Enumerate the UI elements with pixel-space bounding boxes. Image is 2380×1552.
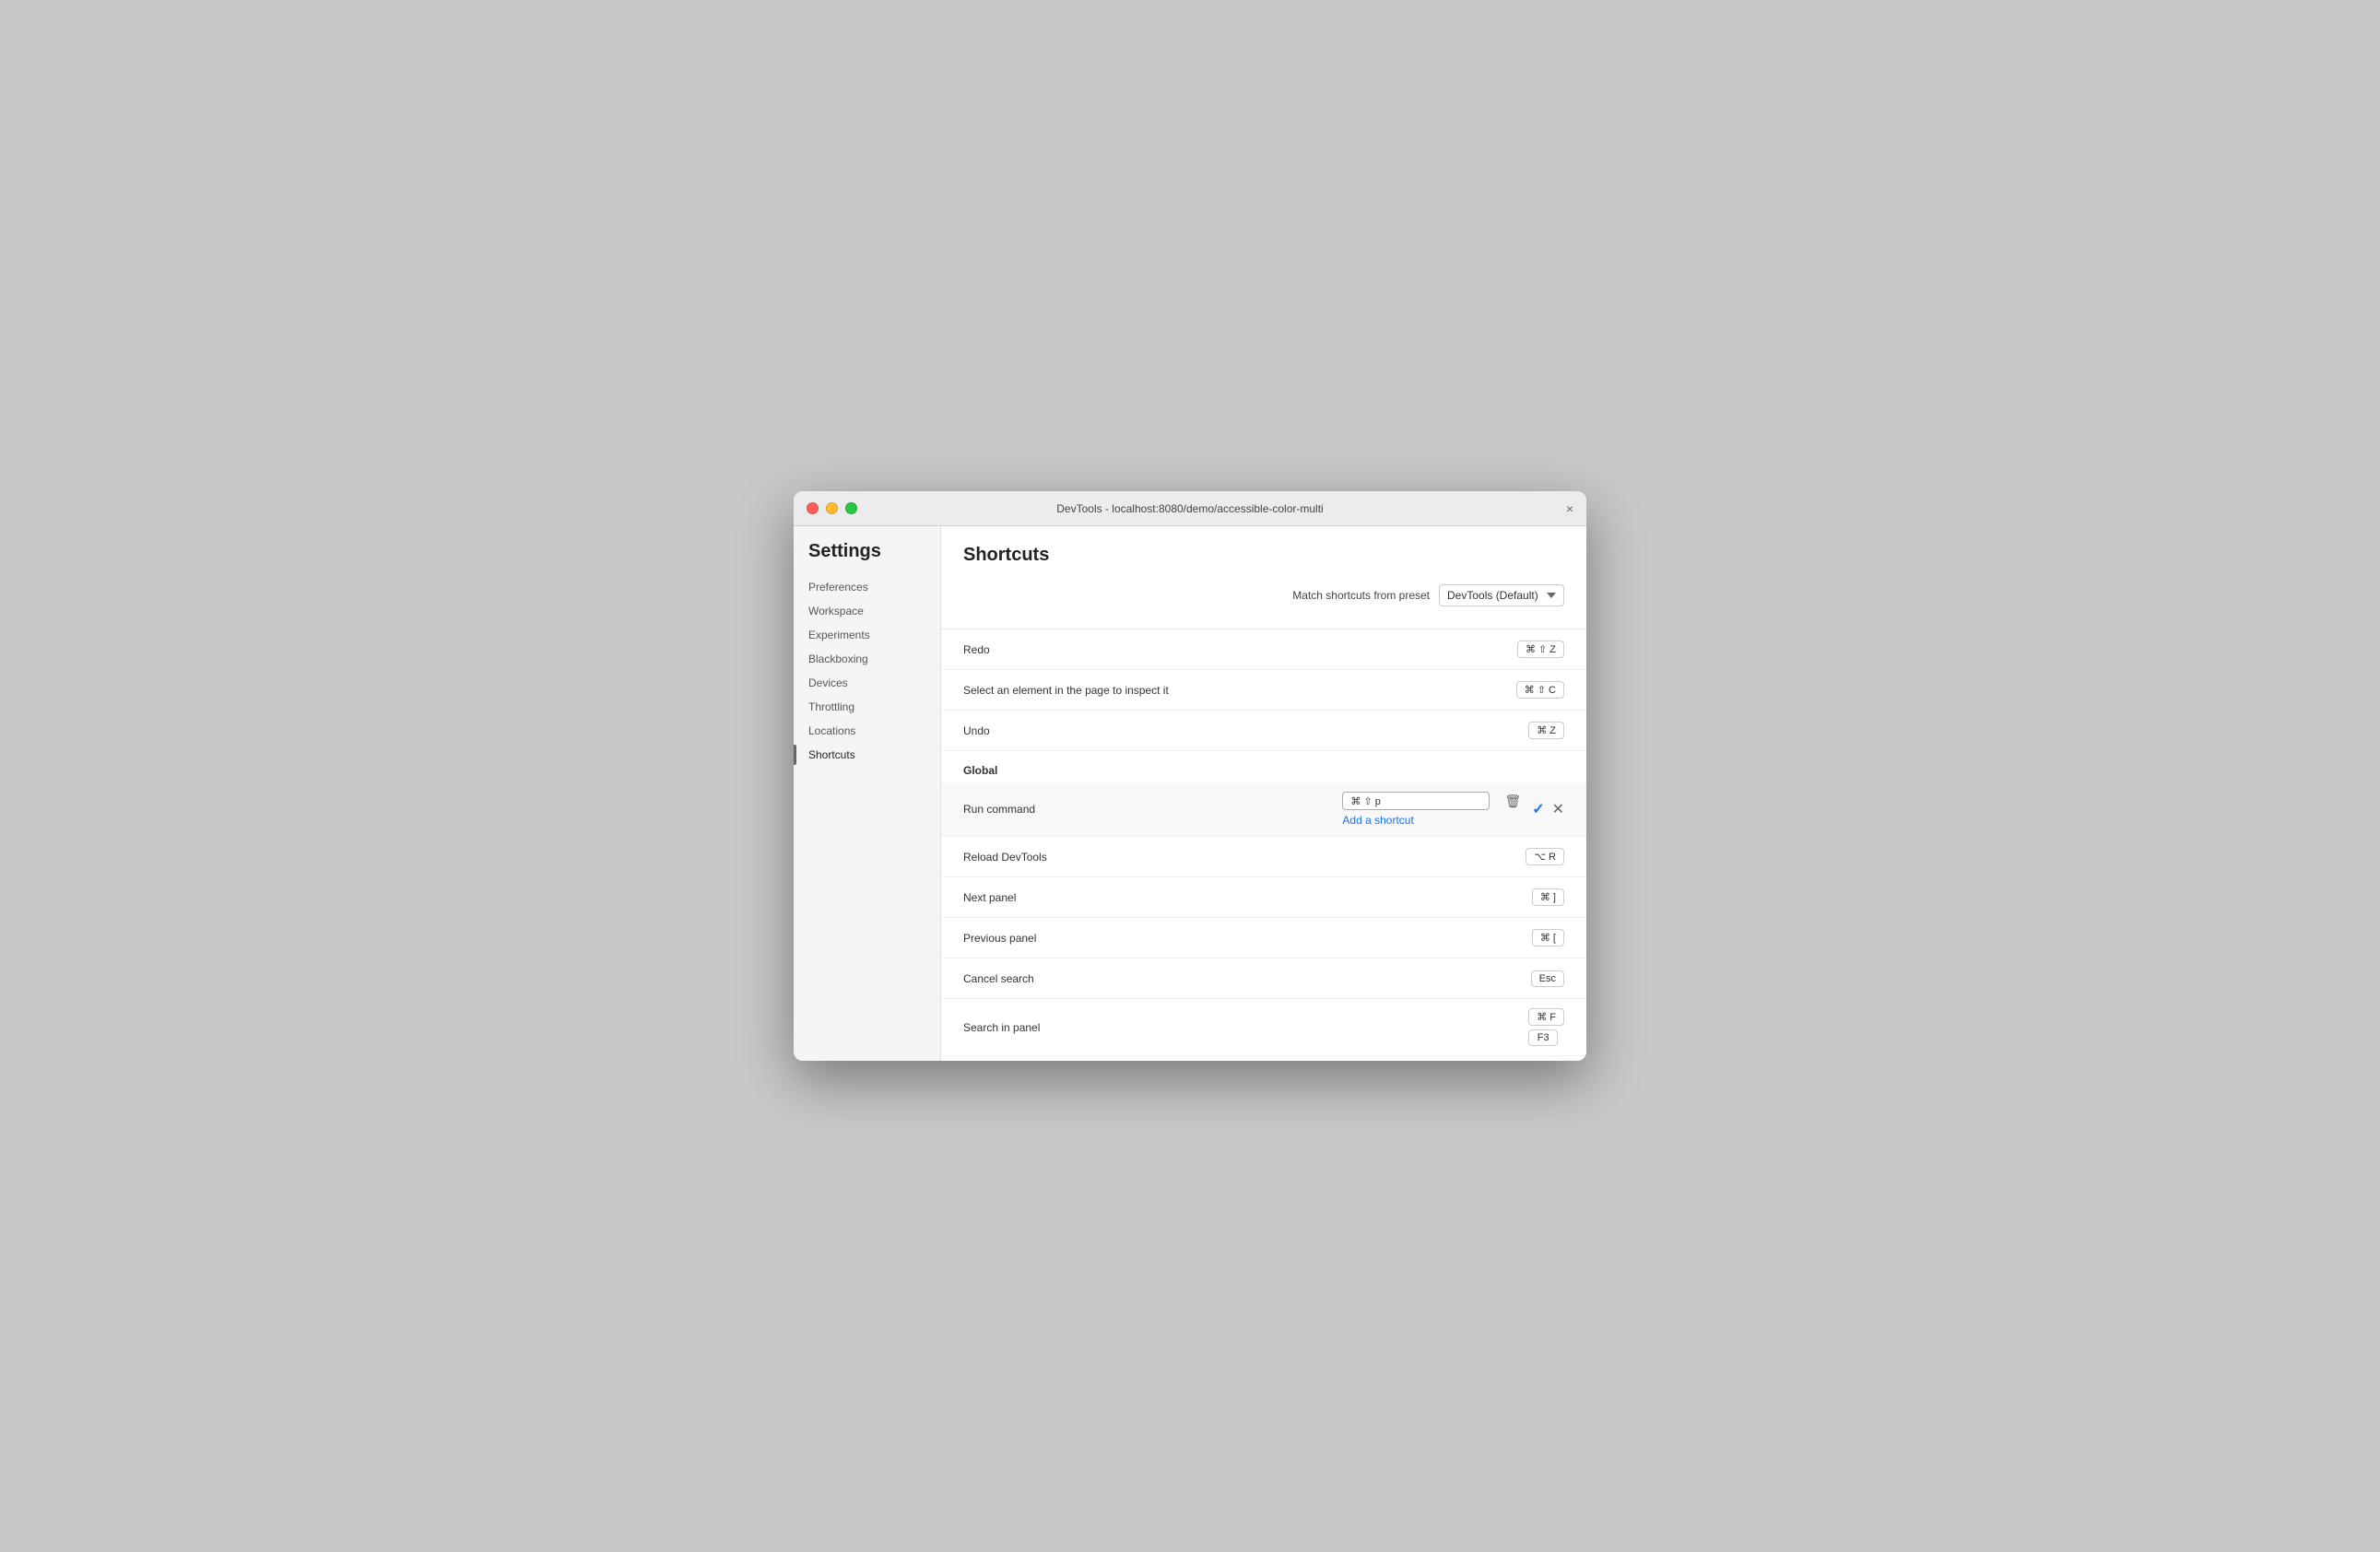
key-badge: ⌘ ] [1532,888,1564,906]
shortcut-keys: ⌘ ⇧ C [1516,681,1564,699]
shortcut-row-reload-devtools: Reload DevTools ⌥ R [941,837,1586,877]
cancel-edit-icon[interactable]: ✕ [1552,800,1564,818]
window-title: DevTools - localhost:8080/demo/accessibl… [1056,502,1323,515]
shortcut-name: Cancel search [963,972,1531,985]
sidebar-item-shortcuts[interactable]: Shortcuts [794,743,940,767]
shortcut-row-select-element: Select an element in the page to inspect… [941,670,1586,711]
maximize-button[interactable] [845,502,857,514]
section-header-global: Global [941,751,1586,782]
shortcut-name: Undo [963,724,1528,737]
sidebar-item-label: Devices [808,676,848,689]
add-shortcut-link[interactable]: Add a shortcut [1342,814,1521,827]
shortcut-row-run-command: Run command 🗑 Add a shortcut ✓ ✕ [941,782,1586,837]
key-badge: ⌘ [ [1532,929,1564,946]
main-header: Shortcuts Match shortcuts from preset De… [941,526,1586,629]
sidebar-item-experiments[interactable]: Experiments [794,623,940,647]
preset-row: Match shortcuts from preset DevTools (De… [963,577,1564,614]
key-badge-f3: F3 [1528,1029,1558,1046]
confirm-edit-icon[interactable]: ✓ [1532,800,1544,818]
page-title: Shortcuts [963,545,1564,566]
sidebar-item-locations[interactable]: Locations [794,719,940,743]
sidebar-item-preferences[interactable]: Preferences [794,575,940,599]
close-button[interactable] [807,502,819,514]
shortcut-name: Previous panel [963,932,1532,945]
sidebar-item-label: Throttling [808,700,854,713]
titlebar: DevTools - localhost:8080/demo/accessibl… [794,491,1586,526]
preset-label: Match shortcuts from preset [1292,589,1430,602]
traffic-lights [807,502,857,514]
key-badge: ⌘ F [1528,1008,1564,1026]
shortcut-keys: ⌘ ] [1532,888,1564,906]
sidebar-item-label: Locations [808,724,855,737]
shortcut-name: Redo [963,643,1517,656]
main-panel: Shortcuts Match shortcuts from preset De… [941,526,1586,1061]
sidebar-item-throttling[interactable]: Throttling [794,695,940,719]
shortcut-keys: Esc [1531,970,1564,987]
settings-sidebar: Settings Preferences Workspace Experimen… [794,526,941,1061]
shortcut-name: Next panel [963,891,1532,904]
shortcut-name: Search in panel [963,1021,1528,1034]
shortcut-name: Select an element in the page to inspect… [963,684,1516,697]
key-badge: ⌘ Z [1528,722,1564,739]
shortcut-row-search-in-panel: Search in panel ⌘ F F3 [941,999,1586,1056]
key-badge: ⌥ R [1526,848,1564,865]
shortcut-keys: ⌘ [ [1532,929,1564,946]
settings-content: Settings Preferences Workspace Experimen… [794,526,1586,1061]
shortcut-keys: ⌥ R [1526,848,1564,865]
sidebar-title: Settings [794,541,940,575]
sidebar-item-label: Blackboxing [808,653,868,665]
shortcut-name: Reload DevTools [963,851,1526,864]
preset-select[interactable]: DevTools (Default) Visual Studio Code [1439,584,1564,606]
key-badge: ⌘ ⇧ Z [1517,641,1564,658]
sidebar-item-label: Experiments [808,629,870,641]
sidebar-item-workspace[interactable]: Workspace [794,599,940,623]
shortcut-row-cancel-search: Cancel search Esc [941,958,1586,999]
key-badge: ⌘ ⇧ C [1516,681,1564,699]
run-command-edit-area: 🗑 Add a shortcut [1342,792,1521,827]
sidebar-item-label: Preferences [808,581,868,594]
shortcut-name: Run command [963,803,1342,816]
shortcut-row-find-next: Find next result ⌘ G [941,1056,1586,1061]
shortcut-row-redo: Redo ⌘ ⇧ Z [941,629,1586,670]
sidebar-item-label: Shortcuts [808,748,855,761]
key-shortcut-input[interactable] [1342,792,1490,810]
sidebar-item-blackboxing[interactable]: Blackboxing [794,647,940,671]
shortcut-keys: ⌘ F F3 [1528,1008,1564,1046]
shortcut-keys: ⌘ ⇧ Z [1517,641,1564,658]
key-badge: Esc [1531,970,1564,987]
editing-actions: ✓ ✕ [1532,800,1564,818]
delete-shortcut-icon[interactable]: 🗑 [1504,794,1521,809]
run-command-input-row: 🗑 [1342,792,1521,810]
sidebar-item-label: Workspace [808,605,864,617]
shortcut-row-next-panel: Next panel ⌘ ] [941,877,1586,918]
shortcut-keys: ⌘ Z [1528,722,1564,739]
minimize-button[interactable] [826,502,838,514]
devtools-window: DevTools - localhost:8080/demo/accessibl… [794,491,1586,1061]
titlebar-close-button[interactable]: × [1566,502,1573,515]
shortcuts-table: Redo ⌘ ⇧ Z Select an element in the page… [941,629,1586,1061]
shortcut-row-undo: Undo ⌘ Z [941,711,1586,751]
shortcut-row-previous-panel: Previous panel ⌘ [ [941,918,1586,958]
sidebar-item-devices[interactable]: Devices [794,671,940,695]
